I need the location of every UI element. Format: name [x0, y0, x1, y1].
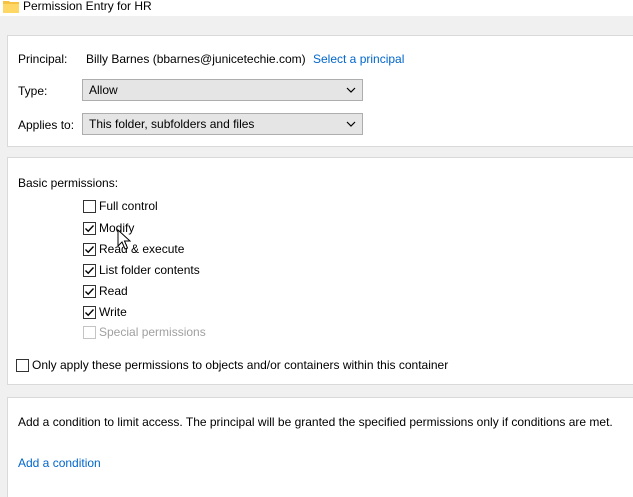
- chevron-down-icon: [346, 87, 356, 93]
- folder-icon: [3, 1, 19, 13]
- full-control-label: Full control: [99, 199, 158, 213]
- list-folder-contents-label: List folder contents: [99, 263, 200, 277]
- list-folder-contents-checkbox[interactable]: List folder contents: [83, 263, 213, 279]
- select-principal-link[interactable]: Select a principal: [313, 52, 404, 66]
- add-condition-link[interactable]: Add a condition: [18, 456, 101, 470]
- modify-checkbox[interactable]: Modify: [83, 221, 153, 237]
- modify-label: Modify: [99, 221, 135, 235]
- read-label: Read: [99, 284, 128, 298]
- basic-permissions-heading: Basic permissions:: [18, 176, 119, 190]
- special-permissions-checkbox: Special permissions: [83, 325, 208, 341]
- only-apply-checkbox[interactable]: Only apply these permissions to objects …: [16, 358, 456, 374]
- special-permissions-label: Special permissions: [99, 325, 206, 339]
- write-checkbox[interactable]: Write: [83, 305, 143, 321]
- checkmark-icon: [85, 225, 95, 233]
- condition-description: Add a condition to limit access. The pri…: [18, 415, 613, 429]
- type-dropdown[interactable]: Allow: [82, 79, 363, 101]
- type-selected-value: Allow: [89, 83, 118, 97]
- principal-value: Billy Barnes (bbarnes@junicetechie.com): [86, 52, 306, 66]
- applies-to-label: Applies to:: [18, 118, 75, 132]
- checkbox-box[interactable]: [83, 222, 96, 235]
- checkbox-box[interactable]: [83, 200, 96, 213]
- window-title: Permission Entry for HR: [23, 0, 152, 13]
- condition-panel: [7, 397, 633, 497]
- checkmark-icon: [85, 309, 95, 317]
- type-label: Type:: [18, 84, 48, 98]
- checkbox-box: [83, 326, 96, 339]
- window-title-bar: Permission Entry for HR: [0, 0, 633, 16]
- only-apply-label: Only apply these permissions to objects …: [32, 358, 449, 372]
- checkmark-icon: [85, 288, 95, 296]
- checkmark-icon: [85, 246, 95, 254]
- checkbox-box[interactable]: [83, 306, 96, 319]
- applies-to-selected-value: This folder, subfolders and files: [89, 117, 255, 131]
- principal-label: Principal:: [18, 52, 68, 66]
- read-execute-label: Read & execute: [99, 242, 185, 256]
- checkbox-box[interactable]: [83, 285, 96, 298]
- read-checkbox[interactable]: Read: [83, 284, 143, 300]
- checkbox-box[interactable]: [16, 359, 29, 372]
- read-execute-checkbox[interactable]: Read & execute: [83, 242, 193, 258]
- full-control-checkbox[interactable]: Full control: [83, 199, 173, 215]
- applies-to-dropdown[interactable]: This folder, subfolders and files: [82, 113, 363, 135]
- checkmark-icon: [85, 267, 95, 275]
- checkbox-box[interactable]: [83, 243, 96, 256]
- checkbox-box[interactable]: [83, 264, 96, 277]
- write-label: Write: [99, 305, 127, 319]
- chevron-down-icon: [346, 121, 356, 127]
